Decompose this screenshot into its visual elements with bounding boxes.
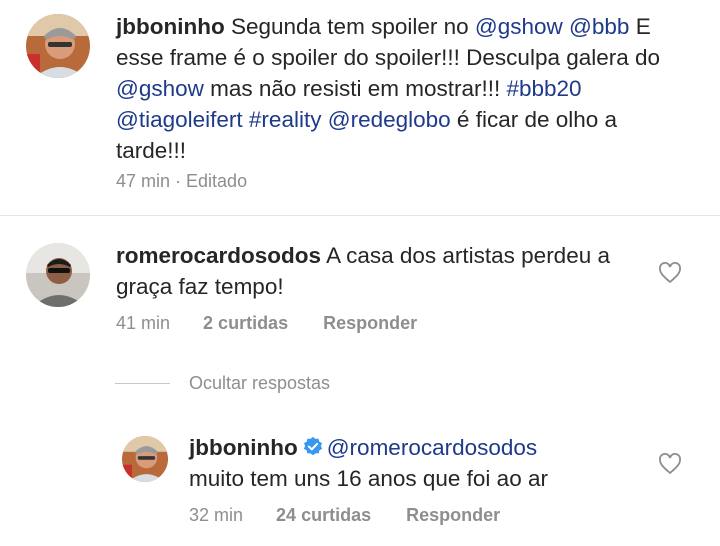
caption-link[interactable]: @bbb [569, 14, 629, 39]
reply-mention[interactable]: @romerocardosodos [327, 435, 537, 460]
caption-link[interactable]: @redeglobo [328, 107, 451, 132]
comment-meta: 41 min 2 curtidas Responder [116, 313, 417, 334]
caption-text: mas não resisti em mostrar!!! [203, 76, 507, 101]
post-author-username[interactable]: jbboninho [116, 14, 225, 39]
post-caption: jbboninho Segunda tem spoiler no @gshow … [116, 11, 676, 166]
comment-time: 41 min [116, 313, 171, 333]
reply-author-username[interactable]: jbboninho [189, 435, 298, 460]
comment-author-username[interactable]: romerocardosodos [116, 243, 321, 268]
reply-likes-link[interactable]: 24 curtidas [276, 505, 371, 525]
comment-likes-link[interactable]: 2 curtidas [203, 313, 288, 333]
replies-divider-line [115, 383, 170, 384]
reply-text: muito tem uns 16 anos que foi ao ar [189, 466, 548, 491]
reply-reply-button[interactable]: Responder [406, 505, 500, 525]
caption-link[interactable]: @gshow [116, 76, 204, 101]
caption-link[interactable]: #reality [249, 107, 322, 132]
comment-like-heart-icon[interactable] [658, 262, 682, 284]
verified-badge-icon [303, 436, 322, 456]
hide-replies-button[interactable]: Ocultar respostas [189, 373, 330, 394]
post-meta: 47 min · Editado [116, 171, 248, 191]
reply-meta: 32 min 24 curtidas Responder [189, 505, 500, 526]
comment-author-avatar[interactable] [26, 243, 90, 307]
post-edited: Editado [186, 171, 248, 191]
post-time: 47 min [116, 171, 171, 191]
caption-link[interactable]: @tiagoleifert [116, 107, 243, 132]
caption-link[interactable]: #bbb20 [506, 76, 581, 101]
reply-like-heart-icon[interactable] [658, 453, 682, 475]
reply-time: 32 min [189, 505, 244, 525]
caption-link[interactable]: @gshow [475, 14, 563, 39]
comment-reply-button[interactable]: Responder [323, 313, 417, 333]
caption-text: Segunda tem spoiler no [224, 14, 475, 39]
caption-divider [0, 215, 720, 216]
post-author-avatar[interactable] [26, 14, 90, 78]
reply-body: jbboninho @romerocardosodos muito tem un… [189, 432, 639, 494]
reply-author-avatar[interactable] [122, 436, 168, 482]
comment-body: romerocardosodos A casa dos artistas per… [116, 240, 646, 302]
